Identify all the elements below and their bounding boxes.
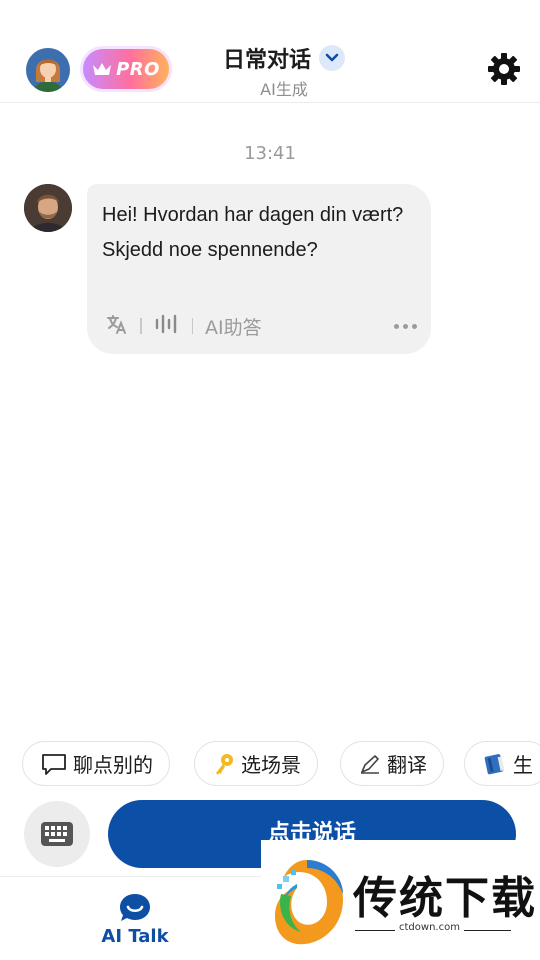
chip-choose-scene[interactable]: 选场景 bbox=[194, 741, 318, 786]
watermark-brand: 传统下载 bbox=[353, 873, 537, 924]
chip-translate[interactable]: 翻译 bbox=[340, 741, 444, 786]
chat-header: PRO 日常对话 AI生成 bbox=[0, 0, 540, 103]
chip-generate[interactable]: 生 bbox=[464, 741, 540, 786]
more-options-icon[interactable] bbox=[394, 324, 417, 329]
chat-bubble-icon bbox=[120, 893, 150, 921]
nav-label: AI Talk bbox=[101, 925, 169, 947]
gear-icon[interactable] bbox=[486, 51, 522, 87]
message-toolbar: AI助答 bbox=[106, 313, 262, 340]
user-avatar[interactable] bbox=[26, 48, 70, 92]
audio-wave-icon[interactable] bbox=[154, 314, 180, 339]
watermark-url: ctdown.com bbox=[395, 922, 464, 933]
nav-tab-ai-talk[interactable]: AI Talk bbox=[0, 877, 270, 960]
crown-icon bbox=[93, 63, 112, 75]
toolbar-divider bbox=[191, 318, 193, 334]
message-timestamp: 13:41 bbox=[244, 143, 296, 164]
message-text: Hei! Hvordan har dagen din vært? Skjedd … bbox=[102, 204, 404, 261]
conversation-title-group[interactable]: 日常对话 AI生成 bbox=[180, 42, 360, 100]
keyboard-toggle-button[interactable] bbox=[24, 801, 90, 867]
pro-badge[interactable]: PRO bbox=[80, 46, 172, 92]
chip-chat-something-else[interactable]: 聊点别的 bbox=[22, 741, 170, 786]
pen-icon bbox=[361, 754, 379, 774]
watermark-logo-icon bbox=[275, 860, 343, 945]
pro-label: PRO bbox=[116, 58, 160, 80]
chip-label: 生 bbox=[513, 753, 533, 777]
book-icon bbox=[484, 753, 505, 774]
page-title: 日常对话 bbox=[222, 48, 311, 73]
watermark: 传统下载 ctdown.com bbox=[261, 840, 540, 960]
chip-label: 选场景 bbox=[241, 753, 301, 777]
key-icon bbox=[216, 753, 233, 775]
chip-label: 聊点别的 bbox=[73, 753, 153, 777]
chevron-down-icon[interactable] bbox=[319, 45, 345, 71]
suggestion-chips: 聊点别的 选场景 翻译 生 bbox=[0, 741, 540, 787]
speech-bubble-icon bbox=[42, 753, 66, 775]
bot-avatar[interactable] bbox=[24, 184, 72, 232]
ai-helper-button[interactable]: AI助答 bbox=[205, 313, 262, 340]
chip-label: 翻译 bbox=[387, 753, 427, 777]
keyboard-icon bbox=[41, 822, 73, 846]
page-subtitle: AI生成 bbox=[260, 80, 308, 99]
message-bubble[interactable]: Hei! Hvordan har dagen din vært? Skjedd … bbox=[87, 184, 431, 354]
translate-icon[interactable] bbox=[106, 313, 128, 340]
toolbar-divider bbox=[140, 318, 142, 334]
